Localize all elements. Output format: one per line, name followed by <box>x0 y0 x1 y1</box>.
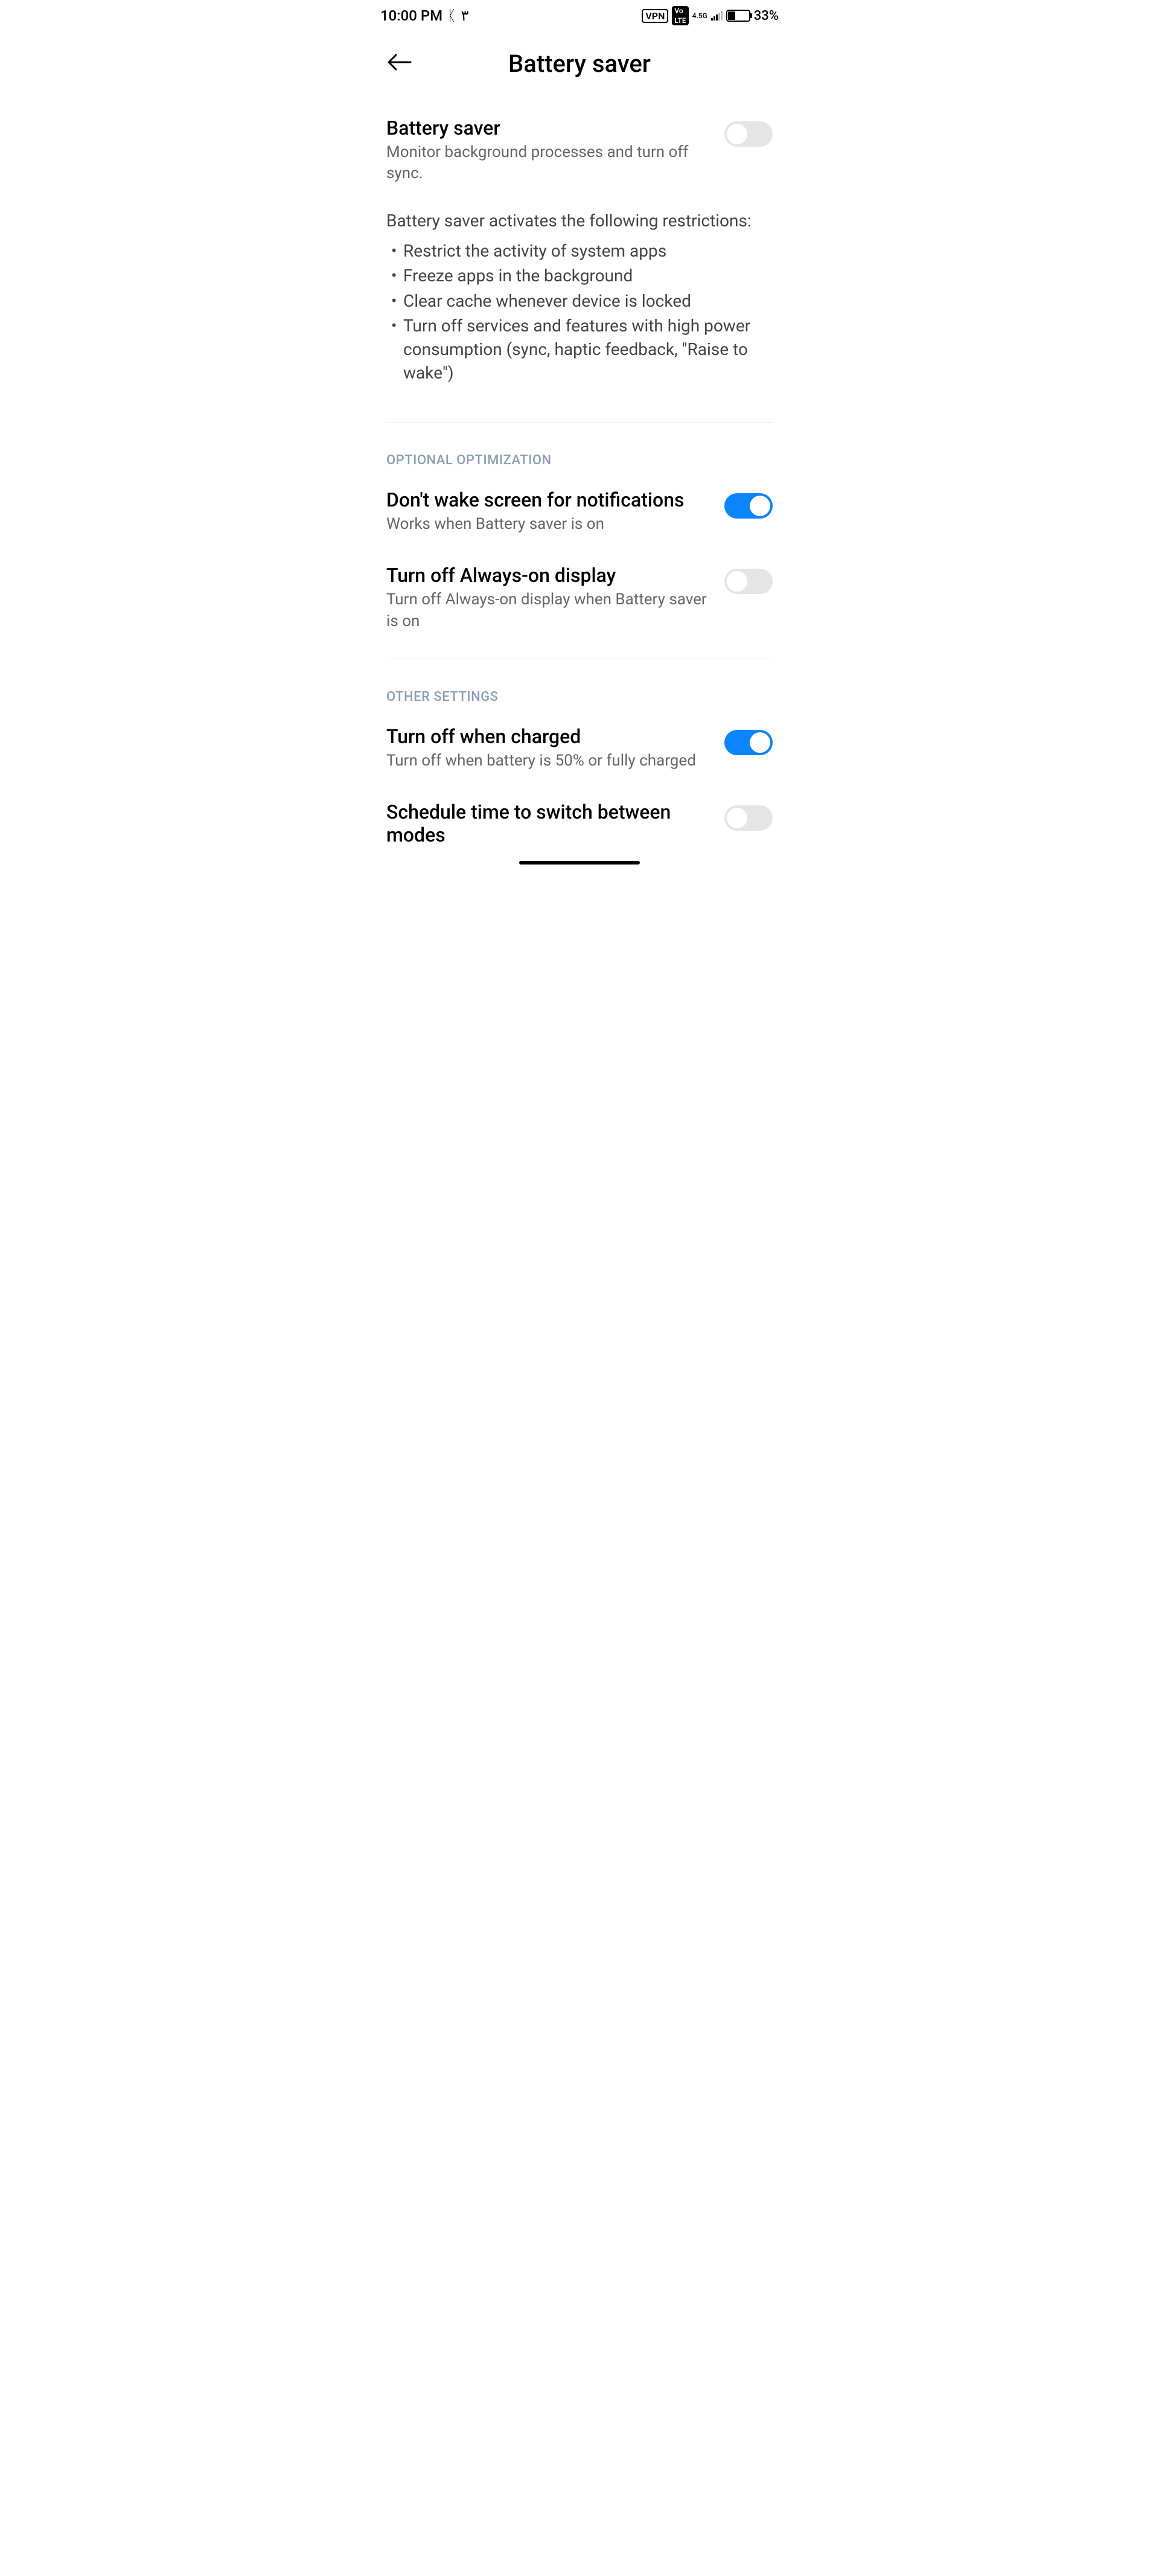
charged-title: Turn off when charged <box>386 725 712 748</box>
dont-wake-toggle[interactable] <box>724 493 773 519</box>
aod-desc: Turn off Always-on display when Battery … <box>386 589 712 631</box>
restrictions-info: Battery saver activates the following re… <box>386 199 773 410</box>
status-icon-1: ᛕ <box>447 7 456 24</box>
restrictions-intro: Battery saver activates the following re… <box>386 211 773 231</box>
schedule-toggle[interactable] <box>724 805 773 831</box>
battery-icon <box>726 10 750 22</box>
status-time: 10:00 PM <box>380 7 442 24</box>
battery-saver-desc: Monitor background processes and turn of… <box>386 142 712 184</box>
charged-toggle[interactable] <box>724 730 773 755</box>
restriction-item: Freeze apps in the background <box>391 264 773 287</box>
page-header: Battery saver <box>362 31 797 102</box>
divider <box>386 422 773 423</box>
page-title: Battery saver <box>386 50 773 78</box>
aod-row[interactable]: Turn off Always-on display Turn off Alwa… <box>386 549 773 646</box>
section-optional-optimization: OPTIONAL OPTIMIZATION <box>386 435 773 474</box>
status-icon-2: ٣ <box>461 7 469 24</box>
restriction-item: Clear cache whenever device is locked <box>391 289 773 313</box>
back-button[interactable] <box>386 52 413 76</box>
network-type: 4.5G <box>692 12 707 19</box>
home-indicator[interactable] <box>519 861 640 865</box>
charged-desc: Turn off when battery is 50% or fully ch… <box>386 750 712 772</box>
battery-saver-toggle[interactable] <box>724 121 773 147</box>
battery-saver-title: Battery saver <box>386 117 712 139</box>
status-bar: 10:00 PM ᛕ ٣ VPN VoLTE 4.5G 33% <box>362 0 797 31</box>
arrow-left-icon <box>386 53 413 72</box>
battery-saver-row[interactable]: Battery saver Monitor background process… <box>386 102 773 199</box>
battery-percent: 33% <box>754 8 779 24</box>
vpn-icon: VPN <box>642 9 668 23</box>
status-right: VPN VoLTE 4.5G 33% <box>642 6 779 25</box>
charged-row[interactable]: Turn off when charged Turn off when batt… <box>386 711 773 786</box>
status-left: 10:00 PM ᛕ ٣ <box>380 7 468 24</box>
schedule-row[interactable]: Schedule time to switch between modes <box>386 786 773 849</box>
restriction-item: Turn off services and features with high… <box>391 314 773 385</box>
dont-wake-title: Don't wake screen for notifications <box>386 488 712 511</box>
dont-wake-desc: Works when Battery saver is on <box>386 514 712 535</box>
aod-toggle[interactable] <box>724 569 773 594</box>
restrictions-list: Restrict the activity of system apps Fre… <box>386 239 773 385</box>
restriction-item: Restrict the activity of system apps <box>391 239 773 263</box>
volte-icon: VoLTE <box>672 6 688 25</box>
signal-icon <box>711 11 723 21</box>
schedule-title: Schedule time to switch between modes <box>386 801 712 846</box>
dont-wake-row[interactable]: Don't wake screen for notifications Work… <box>386 474 773 549</box>
section-other-settings: OTHER SETTINGS <box>386 671 773 711</box>
aod-title: Turn off Always-on display <box>386 564 712 587</box>
